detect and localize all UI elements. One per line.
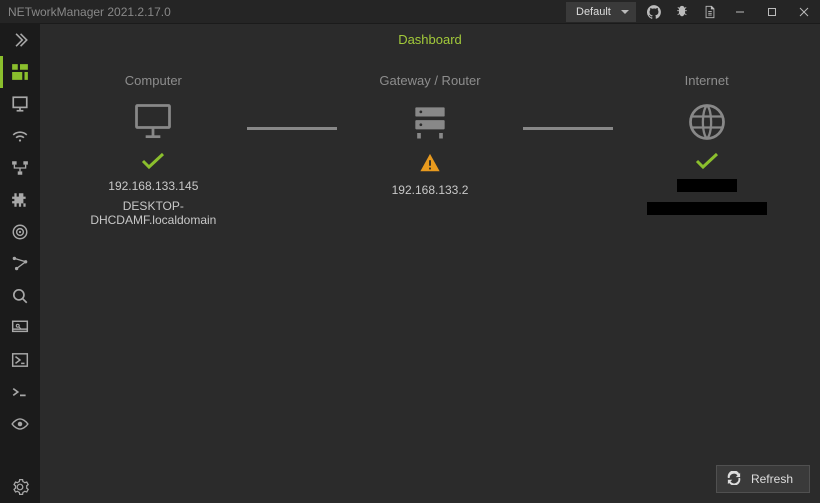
computer-hostname: DESKTOP-DHCDAMF.localdomain [60, 199, 247, 227]
connector-1 [247, 127, 337, 130]
refresh-icon [727, 471, 741, 488]
internet-host-redacted [647, 202, 767, 215]
sidebar-item-tigervnc[interactable] [0, 408, 40, 440]
gateway-ip: 192.168.133.2 [392, 183, 469, 197]
check-icon [141, 152, 165, 173]
expand-sidebar-button[interactable] [0, 24, 40, 56]
minimize-button[interactable] [724, 0, 756, 24]
sidebar-item-ping-monitor[interactable] [0, 216, 40, 248]
card-computer: Computer 192.168.133.145 DESKTOP-DHCDAMF… [60, 73, 247, 227]
sidebar-item-ip-scanner[interactable] [0, 152, 40, 184]
sidebar-item-powershell[interactable] [0, 344, 40, 376]
bug-icon[interactable] [668, 0, 696, 24]
connector-2 [523, 127, 613, 130]
sidebar [0, 24, 40, 503]
sidebar-item-dashboard[interactable] [0, 56, 40, 88]
computer-icon [131, 100, 175, 144]
card-computer-label: Computer [125, 73, 182, 88]
profile-dropdown[interactable]: Default [566, 2, 636, 22]
computer-ip: 192.168.133.145 [108, 179, 198, 193]
docs-icon[interactable] [696, 0, 724, 24]
sidebar-item-remote-desktop[interactable] [0, 312, 40, 344]
page-title: Dashboard [40, 24, 820, 53]
sidebar-item-traceroute[interactable] [0, 248, 40, 280]
router-icon [408, 100, 452, 144]
refresh-label: Refresh [751, 472, 793, 486]
close-button[interactable] [788, 0, 820, 24]
sidebar-item-wifi[interactable] [0, 120, 40, 152]
card-internet: Internet [613, 73, 800, 215]
maximize-button[interactable] [756, 0, 788, 24]
status-cards: Computer 192.168.133.145 DESKTOP-DHCDAMF… [40, 53, 820, 227]
sidebar-item-port-scanner[interactable] [0, 184, 40, 216]
card-gateway-label: Gateway / Router [379, 73, 480, 88]
app-title: NETworkManager 2021.2.17.0 [0, 5, 171, 19]
profile-selected-text: Default [576, 6, 611, 18]
titlebar: NETworkManager 2021.2.17.0 Default [0, 0, 820, 24]
chevron-down-icon [621, 10, 629, 14]
sidebar-item-dns-lookup[interactable] [0, 280, 40, 312]
refresh-button[interactable]: Refresh [716, 465, 810, 493]
main-area: Dashboard Computer 192.168.133.145 DESKT… [40, 24, 820, 503]
globe-icon [685, 100, 729, 144]
sidebar-item-network-interface[interactable] [0, 88, 40, 120]
sidebar-item-putty[interactable] [0, 376, 40, 408]
github-icon[interactable] [640, 0, 668, 24]
internet-ip-redacted [677, 179, 737, 192]
sidebar-item-settings[interactable] [0, 471, 40, 503]
card-internet-label: Internet [685, 73, 729, 88]
warning-icon [419, 152, 441, 177]
card-gateway: Gateway / Router 192.168.133.2 [337, 73, 524, 197]
check-icon [695, 152, 719, 173]
